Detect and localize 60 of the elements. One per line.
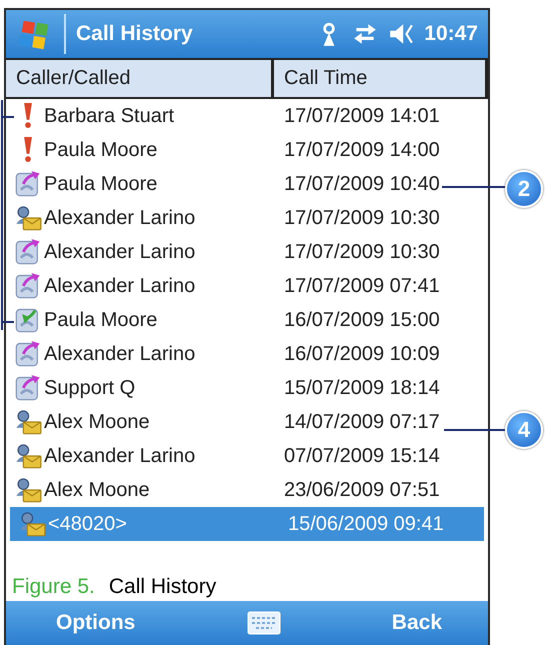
call-row[interactable]: Support Q 15/07/2009 18:14 — [6, 371, 488, 405]
window-title: Call History — [76, 22, 194, 46]
call-time: 15/06/2009 09:41 — [288, 512, 444, 536]
caller-name: Alexander Larino — [44, 444, 196, 468]
call-time: 14/07/2009 07:17 — [284, 410, 440, 434]
call-row[interactable]: Alexander Larino 17/07/2009 07:41 — [6, 269, 488, 303]
call-row[interactable]: Paula Moore 17/07/2009 10:40 — [6, 167, 488, 201]
caller-name: Alex Moone — [44, 478, 150, 502]
figure-title: Call History — [108, 575, 216, 599]
contact-icon — [14, 204, 42, 232]
caller-name: Barbara Stuart — [44, 104, 174, 128]
contact-icon — [14, 442, 42, 470]
leader-line — [444, 429, 506, 431]
call-time: 17/07/2009 14:00 — [284, 138, 440, 162]
caller-name: Alexander Larino — [44, 240, 196, 264]
caller-name: Support Q — [44, 376, 136, 400]
callout-badge: 2 — [505, 170, 543, 208]
caller-name: Paula Moore — [44, 172, 158, 196]
figure-label: Figure 5. — [12, 575, 95, 599]
call-time: 17/07/2009 10:30 — [284, 206, 440, 230]
keyboard-icon[interactable] — [246, 611, 281, 635]
column-header[interactable]: Call Time — [274, 60, 488, 97]
caller-name: <48020> — [48, 512, 127, 536]
leader-line — [442, 186, 506, 188]
call-time: 15/07/2009 18:14 — [284, 376, 440, 400]
contact-icon — [14, 408, 42, 436]
outgoing-call-icon — [14, 340, 42, 368]
callout-badge: 4 — [505, 411, 543, 449]
call-row[interactable]: Paula Moore 17/07/2009 14:00 — [6, 133, 488, 167]
call-time: 17/07/2009 10:40 — [284, 172, 440, 196]
call-time: 17/07/2009 10:30 — [284, 240, 440, 264]
outgoing-call-icon — [14, 374, 42, 402]
call-time: 17/07/2009 07:41 — [284, 274, 440, 298]
call-row[interactable]: Alex Moone 14/07/2009 07:17 — [6, 405, 488, 439]
call-time: 16/07/2009 10:09 — [284, 342, 440, 366]
caller-name: Alexander Larino — [44, 206, 196, 230]
contact-icon — [14, 476, 42, 504]
call-row[interactable]: Paula Moore 16/07/2009 15:00 — [6, 303, 488, 337]
caller-name: Alexander Larino — [44, 274, 196, 298]
call-row[interactable]: Alexander Larino 07/07/2009 15:14 — [6, 439, 488, 473]
call-time: 17/07/2009 14:01 — [284, 104, 440, 128]
caller-name: Alexander Larino — [44, 342, 196, 366]
exclamation-icon — [24, 103, 32, 129]
column-header[interactable]: Caller/Called — [6, 60, 274, 97]
call-time: 07/07/2009 15:14 — [284, 444, 440, 468]
caller-name: Paula Moore — [44, 138, 158, 162]
call-row[interactable]: Barbara Stuart 17/07/2009 14:01 — [6, 99, 488, 133]
outgoing-call-icon — [14, 272, 42, 300]
caller-name: Alex Moone — [44, 410, 150, 434]
call-time: 16/07/2009 15:00 — [284, 308, 440, 332]
call-time: 23/06/2009 07:51 — [284, 478, 440, 502]
call-row[interactable]: Alex Moone 23/06/2009 07:51 — [6, 473, 488, 507]
call-row[interactable]: Alexander Larino 17/07/2009 10:30 — [6, 235, 488, 269]
outgoing-call-icon — [14, 238, 42, 266]
contact-icon — [18, 510, 46, 538]
call-row[interactable]: Alexander Larino 16/07/2009 10:09 — [6, 337, 488, 371]
caller-name: Paula Moore — [44, 308, 158, 332]
outgoing-call-icon — [14, 170, 42, 198]
exclamation-icon — [24, 137, 32, 163]
call-row[interactable]: Alexander Larino 17/07/2009 10:30 — [6, 201, 488, 235]
